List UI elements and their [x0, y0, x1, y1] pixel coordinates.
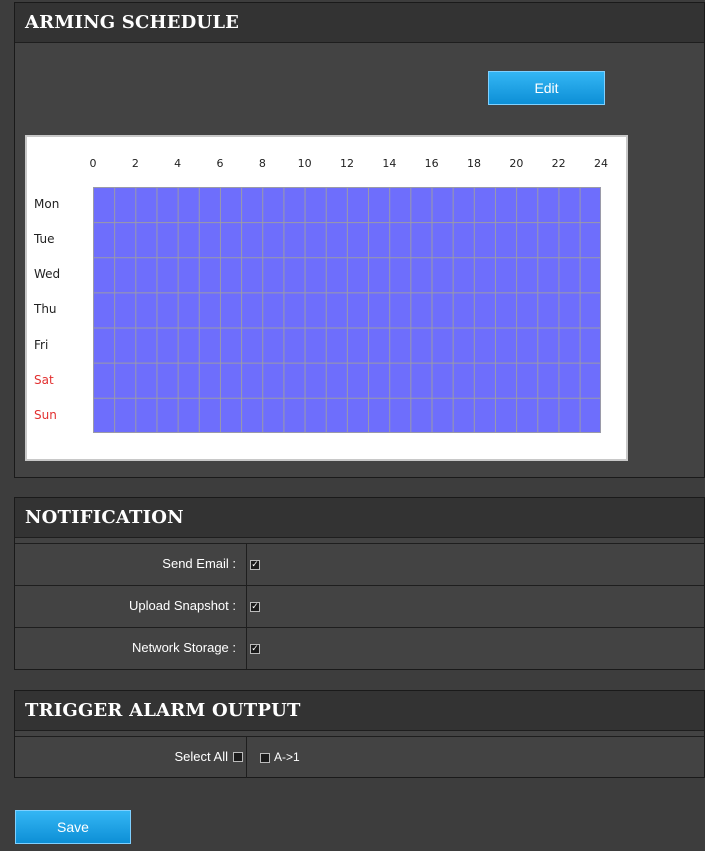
day-label-sat: Sat — [34, 372, 54, 387]
edit-button[interactable]: Edit — [488, 71, 605, 105]
network-storage-label: Network Storage : — [131, 640, 236, 655]
select-all-checkbox[interactable] — [233, 752, 243, 762]
hour-label: 18 — [467, 157, 481, 170]
day-label-thu: Thu — [34, 302, 57, 317]
send-email-label: Send Email : — [162, 556, 236, 571]
hour-label: 10 — [297, 157, 312, 170]
schedule-grid[interactable] — [93, 187, 601, 433]
network-storage-checkbox[interactable]: ✓ — [250, 644, 260, 654]
output-a1-checkbox[interactable] — [260, 753, 270, 763]
save-button[interactable]: Save — [15, 810, 131, 844]
hour-label: 16 — [424, 157, 439, 170]
hour-label: 4 — [174, 157, 182, 170]
day-label-fri: Fri — [34, 337, 49, 352]
upload-snapshot-checkbox[interactable]: ✓ — [250, 602, 260, 612]
hour-label: 24 — [594, 157, 608, 170]
day-label-sun: Sun — [34, 407, 57, 422]
notification-panel: NOTIFICATION Send Email : ✓ Upload Snaps… — [14, 497, 705, 670]
hour-label: 8 — [258, 157, 266, 170]
network-storage-row: Network Storage : ✓ — [15, 627, 704, 669]
hour-label: 22 — [551, 157, 566, 170]
day-label-wed: Wed — [34, 267, 61, 282]
hour-label: 12 — [340, 157, 354, 170]
upload-snapshot-label: Upload Snapshot : — [129, 598, 236, 613]
day-label-mon: Mon — [34, 197, 60, 211]
select-all-row: Select All A->1 — [15, 736, 704, 778]
notification-title: NOTIFICATION — [15, 498, 704, 538]
upload-snapshot-row: Upload Snapshot : ✓ — [15, 585, 704, 627]
hour-label: 20 — [509, 157, 524, 170]
send-email-row: Send Email : ✓ — [15, 543, 704, 585]
schedule-grid-box: 0 2 4 6 8 10 12 14 16 18 20 22 24 Mon Tue Wed Thu Fri Sat… — [25, 135, 628, 461]
send-email-checkbox[interactable]: ✓ — [250, 560, 260, 570]
select-all-label: Select All — [174, 749, 228, 764]
trigger-alarm-title: TRIGGER ALARM OUTPUT — [15, 691, 704, 731]
hour-label: 0 — [89, 157, 97, 170]
arming-schedule-title: ARMING SCHEDULE — [15, 3, 704, 43]
hour-label: 14 — [382, 157, 397, 170]
output-a1-label: A->1 — [274, 750, 300, 764]
day-label-tue: Tue — [34, 232, 55, 247]
trigger-alarm-panel: TRIGGER ALARM OUTPUT Select All A->1 — [14, 690, 705, 778]
arming-schedule-panel: ARMING SCHEDULE Edit 0 2 4 6 8 10 12 14 16 18 20 22… — [14, 2, 705, 478]
hour-label: 6 — [216, 157, 224, 170]
hour-label: 2 — [131, 157, 139, 170]
